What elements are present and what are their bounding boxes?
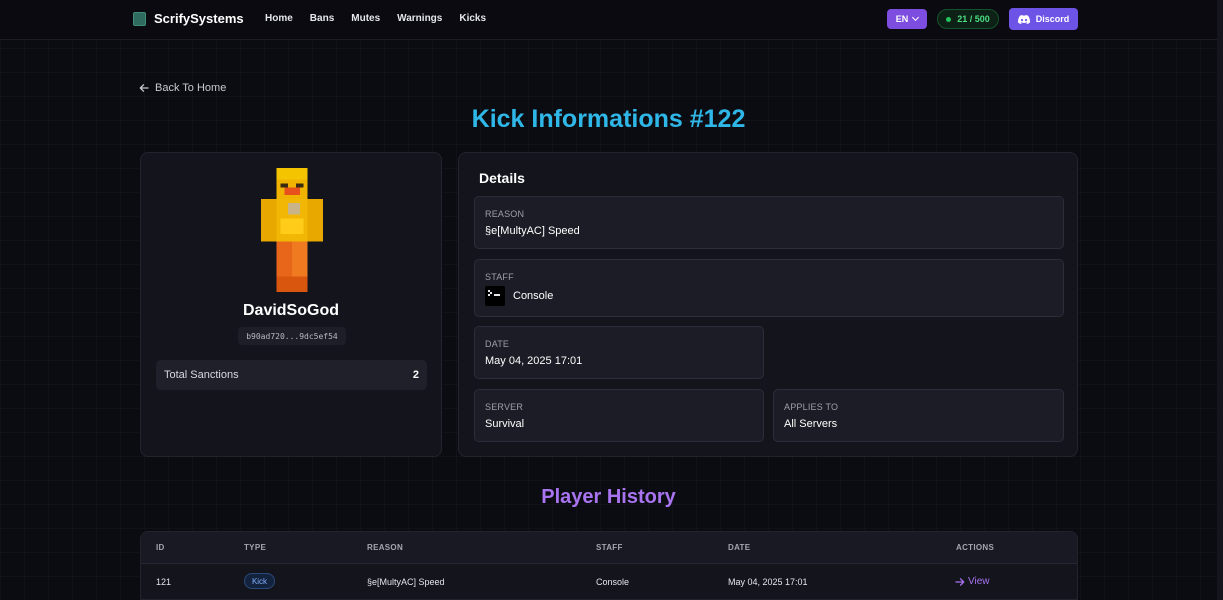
page-scrollbar[interactable] [1217,0,1223,600]
discord-icon [1017,14,1030,24]
console-avatar-icon [485,286,505,306]
online-player-count: 21 / 500 [937,9,999,29]
brand-name: ScrifySystems [154,11,244,26]
row-id: 121 [156,577,172,587]
kick-details-card: Details REASON §e[MultyAC] Speed STAFF C… [458,152,1078,457]
applies-to-field: APPLIES TO All Servers [773,389,1064,442]
brand-logo-icon [133,11,146,26]
server-field: SERVER Survival [474,389,764,442]
top-navbar: ScrifySystems Home Bans Mutes Warnings K… [0,0,1217,40]
player-profile-card: DavidSoGod b90ad720...9dc5ef54 Total San… [140,152,442,457]
player-name: DavidSoGod [242,302,339,319]
date-field: DATE May 04, 2025 17:01 [474,326,764,379]
row-staff: Console [596,577,630,587]
player-uuid: b90ad720...9dc5ef54 [238,327,346,345]
date-value: May 04, 2025 17:01 [485,355,583,367]
reason-field: REASON §e[MultyAC] Speed [474,196,1064,249]
reason-value: §e[MultyAC] Speed [485,225,580,237]
back-label: Back To Home [155,82,227,94]
column-header-type: TYPE [244,543,267,552]
total-sanctions-value: 2 [412,369,419,381]
nav-links: Home Bans Mutes Warnings Kicks [265,13,486,24]
row-view-link[interactable]: View [955,576,990,587]
nav-link-kicks[interactable]: Kicks [459,13,486,24]
nav-link-mutes[interactable]: Mutes [351,13,380,24]
server-label: SERVER [485,402,524,412]
player-count-text: 21 / 500 [957,14,990,24]
player-history-table: ID TYPE REASON STAFF DATE ACTIONS 121 Ki… [140,531,1078,600]
brand[interactable]: ScrifySystems [133,11,244,26]
server-value: Survival [485,418,525,430]
details-title: Details [479,170,525,186]
row-reason: §e[MultyAC] Speed [367,577,445,587]
language-label: EN [895,14,909,24]
column-header-reason: REASON [367,543,404,552]
discord-button[interactable]: Discord [1009,8,1078,30]
back-to-home-link[interactable]: Back To Home [139,82,226,94]
nav-link-warnings[interactable]: Warnings [397,13,442,24]
reason-label: REASON [485,209,525,219]
applies-to-value: All Servers [784,418,838,430]
row-type-badge: Kick [244,573,275,589]
table-header: ID TYPE REASON STAFF DATE ACTIONS [141,532,1077,564]
staff-value: Console [513,290,554,302]
column-header-id: ID [156,543,165,552]
nav-link-home[interactable]: Home [265,13,293,24]
column-header-date: DATE [728,543,751,552]
arrow-left-icon [139,84,149,92]
total-sanctions-row: Total Sanctions 2 [156,360,427,390]
staff-label: STAFF [485,272,514,282]
total-sanctions-label: Total Sanctions [164,369,239,381]
player-skin-image [261,168,323,292]
language-select[interactable]: EN [887,9,927,29]
view-label: View [968,576,990,587]
applies-to-label: APPLIES TO [784,402,839,412]
column-header-staff: STAFF [596,543,623,552]
date-label: DATE [485,339,510,349]
page-title: Kick Informations #122 [471,105,746,133]
nav-link-bans[interactable]: Bans [310,13,334,24]
chevron-down-icon [912,13,920,22]
online-status-icon [946,16,952,22]
row-date: May 04, 2025 17:01 [728,577,808,587]
staff-field: STAFF Console [474,259,1064,317]
discord-label: Discord [1035,14,1070,24]
player-history-title: Player History [541,486,676,508]
arrow-right-icon [955,577,965,586]
column-header-actions: ACTIONS [956,543,995,552]
